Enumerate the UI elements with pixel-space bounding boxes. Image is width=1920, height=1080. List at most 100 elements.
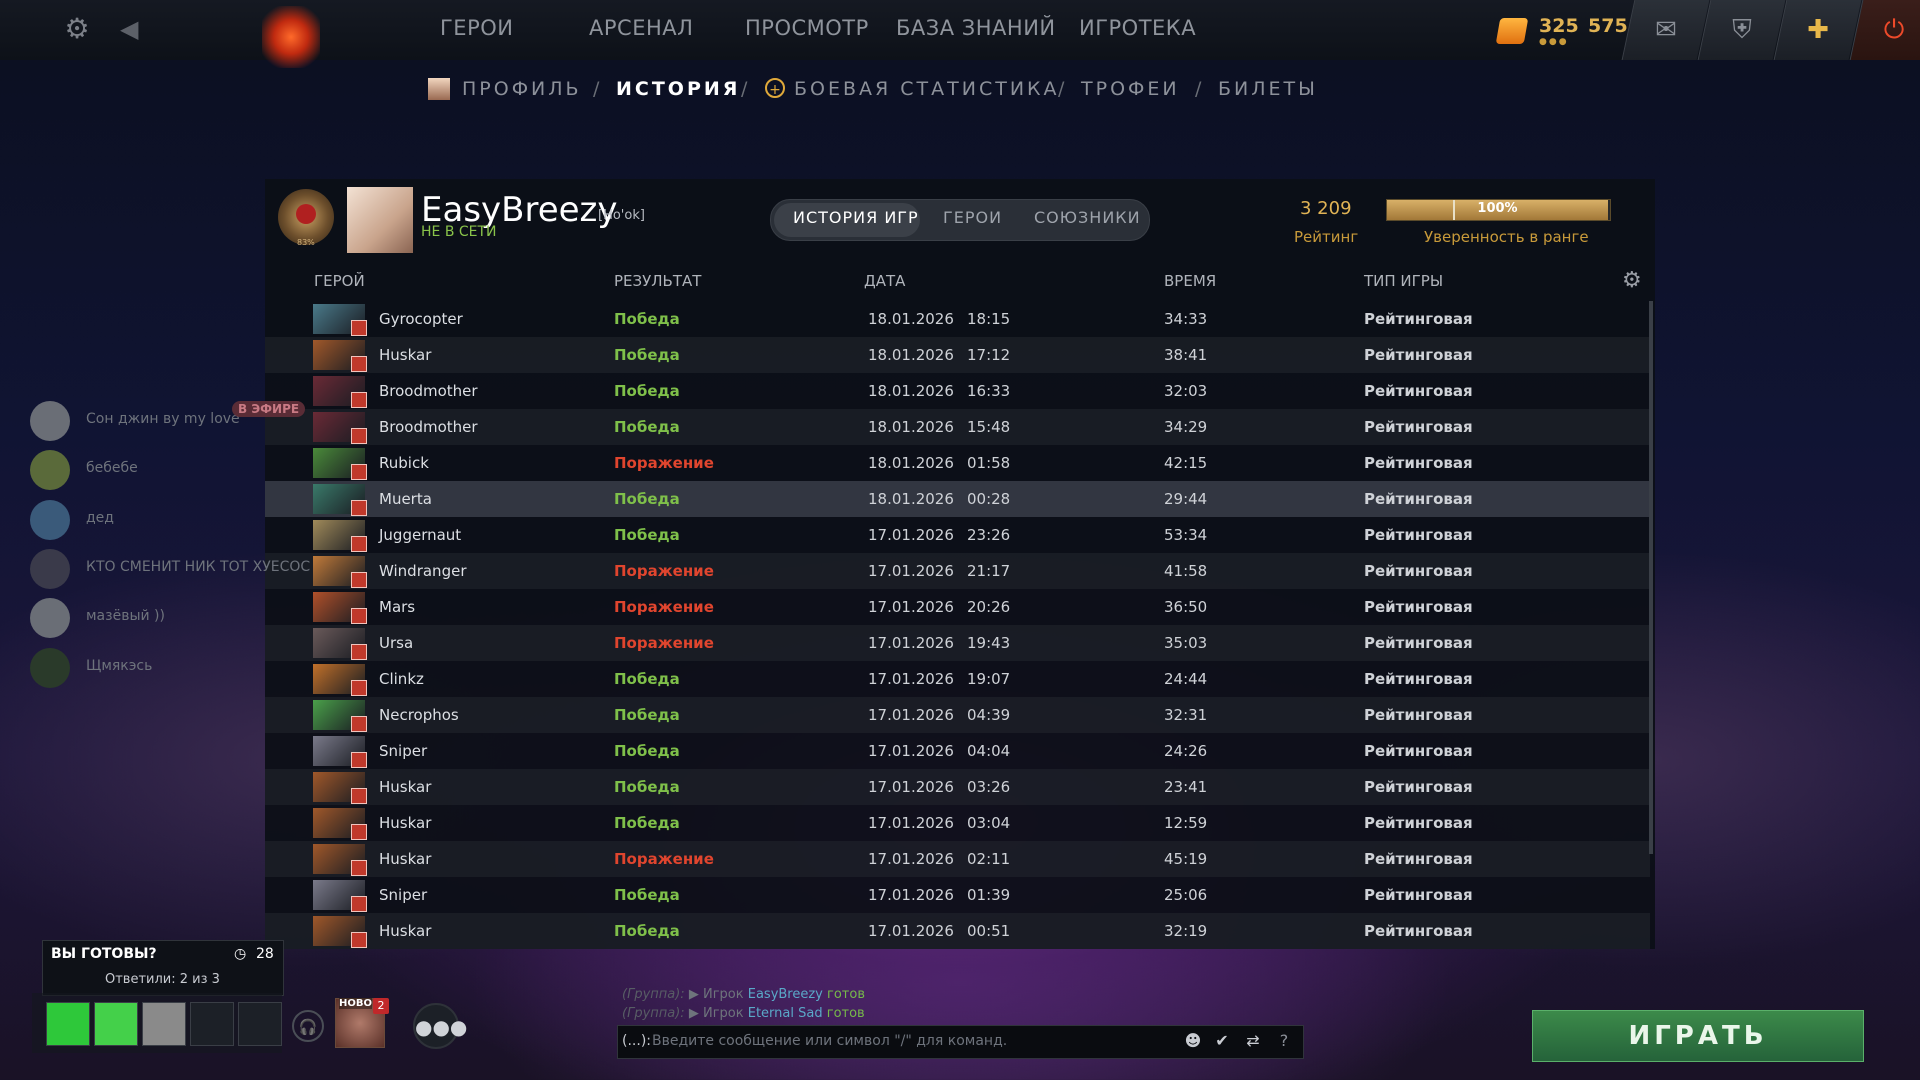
table-row[interactable]: Huskar Победа 17.01.2026 00:51 32:19 Рейтинго… bbox=[265, 913, 1650, 949]
party-slot-member[interactable] bbox=[142, 1002, 186, 1046]
tab-heroes[interactable]: ГЕРОИ bbox=[943, 208, 1002, 227]
nav-arsenal[interactable]: АРСЕНАЛ bbox=[589, 16, 693, 40]
subnav-history[interactable]: ИСТОРИЯ bbox=[616, 78, 740, 100]
match-time: 00:51 bbox=[967, 922, 1011, 940]
table-row[interactable]: Huskar Победа 17.01.2026 03:04 12:59 Рейтинго… bbox=[265, 805, 1650, 841]
match-date: 17.01.2026 bbox=[868, 886, 954, 904]
table-row[interactable]: Sniper Победа 17.01.2026 01:39 25:06 Рейтинго… bbox=[265, 877, 1650, 913]
play-button[interactable]: ИГРАТЬ bbox=[1532, 1010, 1864, 1062]
match-duration: 32:19 bbox=[1164, 922, 1208, 940]
match-list-scrollbar[interactable] bbox=[1649, 301, 1653, 854]
hero-name: Juggernaut bbox=[379, 526, 462, 544]
chat-player-name[interactable]: Eternal Sad bbox=[748, 1006, 823, 1021]
subnav-separator: / bbox=[1195, 78, 1202, 100]
table-row[interactable]: Juggernaut Победа 17.01.2026 23:26 53:34 Рейт… bbox=[265, 517, 1650, 553]
column-header-duration[interactable]: ВРЕМЯ bbox=[1164, 272, 1216, 290]
match-time: 19:07 bbox=[967, 670, 1011, 688]
friend-name: мазёвый )) bbox=[86, 608, 165, 624]
friend-name: КТО СМЕНИТ НИК ТОТ ХУЕСОС bbox=[86, 559, 311, 575]
friend-item[interactable]: Щмякэсь bbox=[30, 646, 320, 688]
player-status: НЕ В СЕТИ bbox=[421, 224, 497, 240]
armory-button[interactable]: ⛨ bbox=[1697, 0, 1786, 60]
checkmark-icon[interactable]: ✔ bbox=[1209, 1028, 1235, 1054]
column-header-result[interactable]: РЕЗУЛЬТАТ bbox=[614, 272, 701, 290]
match-result: Победа bbox=[614, 346, 680, 364]
table-row[interactable]: Huskar Победа 18.01.2026 17:12 38:41 Рейтинго… bbox=[265, 337, 1650, 373]
friend-item[interactable]: бебебе bbox=[30, 448, 320, 490]
game-type: Рейтинговая bbox=[1364, 346, 1473, 364]
friend-item[interactable]: мазёвый )) bbox=[30, 596, 320, 638]
match-duration: 12:59 bbox=[1164, 814, 1208, 832]
match-result: Поражение bbox=[614, 850, 714, 868]
chat-channel-selector[interactable]: (...): bbox=[622, 1033, 651, 1049]
friend-item[interactable]: КТО СМЕНИТ НИК ТОТ ХУЕСОС bbox=[30, 547, 320, 589]
party-slot-empty[interactable] bbox=[190, 1002, 234, 1046]
subnav-profile[interactable]: ПРОФИЛЬ bbox=[462, 78, 582, 100]
tab-allies[interactable]: СОЮЗНИКИ bbox=[1034, 208, 1141, 227]
table-row[interactable]: Clinkz Победа 17.01.2026 19:07 24:44 Рейтинго… bbox=[265, 661, 1650, 697]
table-row[interactable]: Sniper Победа 17.01.2026 04:04 24:26 Рейтинго… bbox=[265, 733, 1650, 769]
column-header-hero[interactable]: ГЕРОЙ bbox=[314, 272, 365, 290]
game-type: Рейтинговая bbox=[1364, 382, 1473, 400]
dota-logo[interactable] bbox=[262, 6, 320, 68]
mail-button[interactable]: ✉ bbox=[1621, 0, 1710, 60]
table-row[interactable]: Broodmother Победа 18.01.2026 15:48 34:29 Рей… bbox=[265, 409, 1650, 445]
chat-translate-icon[interactable]: ⇄ bbox=[1240, 1028, 1266, 1054]
nav-watch[interactable]: ПРОСМОТР bbox=[745, 16, 869, 40]
match-result: Победа bbox=[614, 382, 680, 400]
chat-player-word: Игрок bbox=[702, 987, 744, 1002]
table-settings-gear-icon[interactable]: ⚙ bbox=[1622, 268, 1642, 293]
nav-heroes[interactable]: ГЕРОИ bbox=[440, 16, 513, 40]
settings-gear-icon[interactable]: ⚙ bbox=[62, 14, 92, 44]
dota-plus-button[interactable]: ✚ bbox=[1773, 0, 1862, 60]
table-row[interactable]: Mars Поражение 17.01.2026 20:26 36:50 Рейтинг… bbox=[265, 589, 1650, 625]
chat-player-name[interactable]: EasyBreezy bbox=[748, 987, 823, 1002]
help-icon[interactable]: ? bbox=[1271, 1028, 1297, 1054]
subnav-battle-stats[interactable]: БОЕВАЯ СТАТИСТИКА bbox=[794, 78, 1060, 100]
friend-name: Щмякэсь bbox=[86, 658, 153, 674]
table-row[interactable]: Broodmother Победа 18.01.2026 16:33 32:03 Рей… bbox=[265, 373, 1650, 409]
match-duration: 24:26 bbox=[1164, 742, 1208, 760]
avatar[interactable] bbox=[347, 187, 413, 253]
shards-icon[interactable] bbox=[1495, 18, 1529, 44]
group-finder-button[interactable]: ●●● bbox=[413, 1003, 467, 1049]
table-row[interactable]: Necrophos Победа 17.01.2026 04:39 32:31 Рейти… bbox=[265, 697, 1650, 733]
voice-chat-button[interactable]: 🎧 bbox=[292, 1010, 324, 1042]
party-slot-member[interactable] bbox=[94, 1002, 138, 1046]
nav-arcade[interactable]: ИГРОТЕКА bbox=[1079, 16, 1196, 40]
friend-avatar bbox=[30, 450, 70, 490]
news-count-badge: 2 bbox=[373, 998, 389, 1014]
match-date: 18.01.2026 bbox=[868, 346, 954, 364]
match-result: Победа bbox=[614, 742, 680, 760]
party-slot-empty[interactable] bbox=[238, 1002, 282, 1046]
match-result: Победа bbox=[614, 886, 680, 904]
nav-knowledge-base[interactable]: БАЗА ЗНАНИЙ bbox=[896, 16, 1056, 40]
game-type: Рейтинговая bbox=[1364, 418, 1473, 436]
table-row[interactable]: Huskar Поражение 17.01.2026 02:11 45:19 Рейти… bbox=[265, 841, 1650, 877]
party-slot-self[interactable] bbox=[46, 1002, 90, 1046]
role-badge-icon bbox=[351, 860, 367, 876]
match-time: 15:48 bbox=[967, 418, 1011, 436]
friend-item[interactable]: дед bbox=[30, 498, 320, 540]
power-button[interactable]: ⏻ bbox=[1849, 0, 1920, 60]
game-type: Рейтинговая bbox=[1364, 670, 1473, 688]
subnav-trophies[interactable]: ТРОФЕИ bbox=[1081, 78, 1180, 100]
table-row[interactable]: Gyrocopter Победа 18.01.2026 18:15 34:33 Рейт… bbox=[265, 301, 1650, 337]
table-row[interactable]: Muerta Победа 18.01.2026 00:28 29:44 Рейтинго… bbox=[265, 481, 1650, 517]
table-row[interactable]: Ursa Поражение 17.01.2026 19:43 35:03 Рейтинг… bbox=[265, 625, 1650, 661]
role-badge-icon bbox=[351, 500, 367, 516]
match-duration: 29:44 bbox=[1164, 490, 1208, 508]
tab-match-history[interactable]: ИСТОРИЯ ИГР bbox=[793, 208, 919, 227]
emoji-icon[interactable]: ☻ bbox=[1180, 1028, 1206, 1054]
friend-avatar bbox=[30, 401, 70, 441]
table-row[interactable]: Windranger Поражение 17.01.2026 21:17 41:58 Р… bbox=[265, 553, 1650, 589]
column-header-game-type[interactable]: ТИП ИГРЫ bbox=[1364, 272, 1443, 290]
back-arrow-icon[interactable]: ◀ bbox=[120, 15, 138, 43]
column-header-date[interactable]: ДАТА bbox=[864, 272, 905, 290]
ready-check-title: ВЫ ГОТОВЫ? bbox=[51, 946, 157, 962]
subnav-separator: / bbox=[741, 78, 748, 100]
hero-name: Huskar bbox=[379, 922, 432, 940]
subnav-tickets[interactable]: БИЛЕТЫ bbox=[1218, 78, 1318, 100]
table-row[interactable]: Rubick Поражение 18.01.2026 01:58 42:15 Рейти… bbox=[265, 445, 1650, 481]
table-row[interactable]: Huskar Победа 17.01.2026 03:26 23:41 Рейтинго… bbox=[265, 769, 1650, 805]
